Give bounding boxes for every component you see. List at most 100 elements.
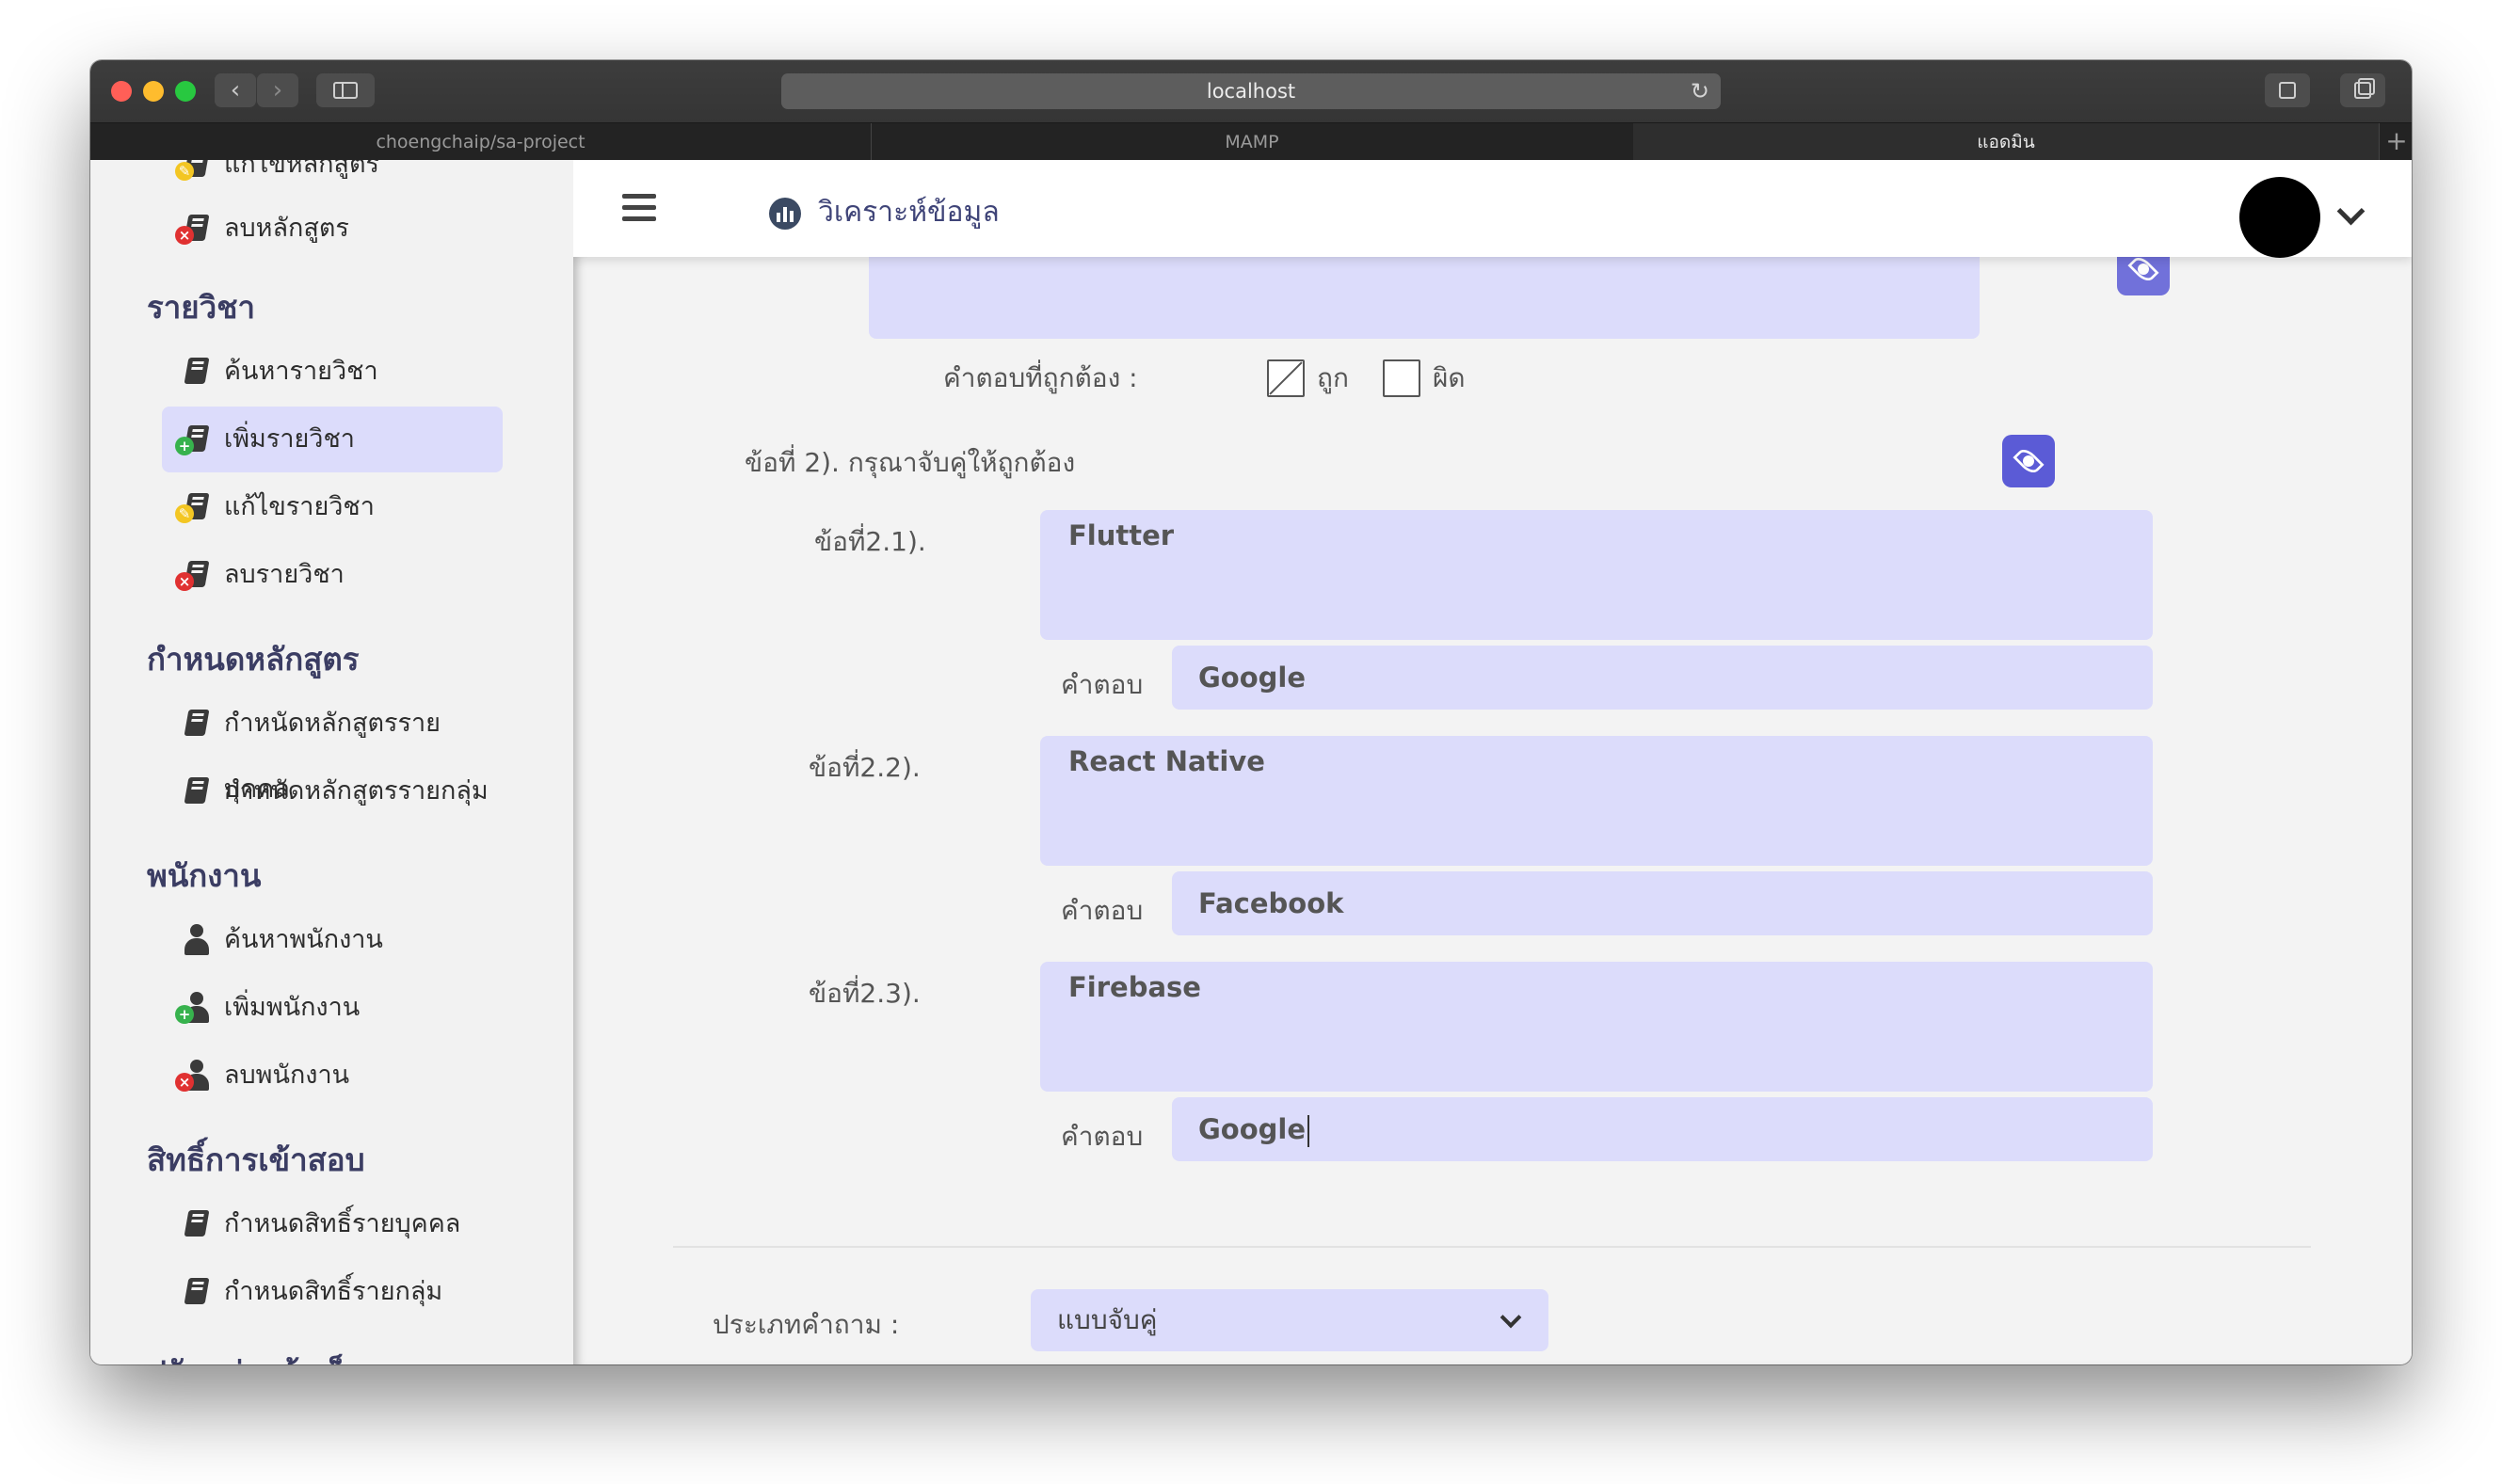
pair-answer-field[interactable]: Facebook <box>1172 871 2153 935</box>
sidebar-item-label: แก้ไขหลักสูตร <box>224 160 379 179</box>
sidebar-item-rights-individual[interactable]: กำหนดสิทธิ์รายบุคคล <box>162 1191 503 1257</box>
sidebar-section-curriculum: กำหนดหลักสูตร <box>147 641 360 678</box>
pair-answer-field-focused[interactable]: Google <box>1172 1097 2153 1161</box>
pair-prompt-field[interactable]: Flutter <box>1040 510 2153 640</box>
main-panel: วิเคราะห์ข้อมูล คำตอบที่ถูกต้อง : ถูก ผิ… <box>573 160 2412 1364</box>
tab-github[interactable]: choengchaip/sa-project <box>90 123 872 161</box>
new-tab-button[interactable]: + <box>2382 123 2412 161</box>
sidebar-section-exam-rights: สิทธิ์การเข้าสอบ <box>147 1141 365 1178</box>
tab-admin[interactable]: แอดมิน <box>1633 123 2380 161</box>
sidebar-section-customize-web: ปรับแต่งหน้าเว็บ <box>147 1348 365 1364</box>
true-checkbox[interactable] <box>1267 359 1305 397</box>
sidebar-section-subjects: รายวิชา <box>147 289 256 326</box>
url-text: localhost <box>1206 80 1296 103</box>
avatar[interactable] <box>2239 177 2320 258</box>
book-icon <box>179 1276 211 1308</box>
pair-label: ข้อที่2.2). <box>809 752 921 783</box>
sidebar-item-label: ลบรายวิชา <box>224 560 345 589</box>
answer-label: คำตอบ <box>1061 669 1144 700</box>
user-icon <box>179 924 211 956</box>
tab-overview-icon-back <box>2358 78 2375 95</box>
tab-strip: choengchaip/sa-project MAMP แอดมิน + <box>90 122 2412 161</box>
sidebar-item-rights-group[interactable]: กำหนดสิทธิ์รายกลุ่ม <box>162 1259 503 1325</box>
address-bar[interactable]: localhost ↻ <box>781 73 1721 109</box>
browser-window: ‹ › localhost ↻ choengchaip/sa-project M… <box>90 60 2412 1364</box>
sidebar-item-search-employee[interactable]: ค้นหาพนักงาน <box>162 907 503 973</box>
sidebar-item-label: กำหนัดหลักสูตรรายกลุ่ม <box>224 776 489 806</box>
sidebar-section-employees: พนักงาน <box>147 857 262 894</box>
user-add-icon: + <box>175 992 211 1024</box>
sidebar-item-label: กำหนดสิทธิ์รายกลุ่ม <box>224 1277 443 1306</box>
top-header: วิเคราะห์ข้อมูล <box>573 160 2412 258</box>
sidebar-toggle-button[interactable] <box>316 73 375 107</box>
question2-title: ข้อที่ 2). กรุณาจับคู่ให้ถูกต้อง <box>745 447 1076 478</box>
sidebar-icon <box>333 82 358 99</box>
browser-toolbar: ‹ › localhost ↻ <box>90 60 2412 122</box>
sidebar-item-search-subject[interactable]: ค้นหารายวิชา <box>162 339 503 405</box>
pair-prompt-field[interactable]: Firebase <box>1040 962 2153 1092</box>
text-caret <box>1307 1115 1310 1147</box>
forward-button[interactable]: › <box>257 73 298 107</box>
sidebar-item-label: เพิ่มพนักงาน <box>224 993 361 1022</box>
chevron-down-icon[interactable] <box>2336 197 2366 226</box>
eye-pupil <box>2138 263 2149 275</box>
question-type-label: ประเภทคำถาม : <box>713 1309 900 1340</box>
sidebar-item-label: ค้นหาพนักงาน <box>224 925 383 954</box>
pair-prompt-field[interactable]: React Native <box>1040 736 2153 866</box>
sidebar-item-delete-course[interactable]: × ลบหลักสูตร <box>162 196 503 262</box>
sidebar-item-label: ลบพนักงาน <box>224 1061 350 1090</box>
book-icon <box>179 1208 211 1240</box>
answer-label: คำตอบ <box>1061 895 1144 926</box>
page-content: ✎ แก้ไขหลักสูตร × ลบหลักสูตร รายวิชา ค้น… <box>90 160 2412 1364</box>
book-add-icon: + <box>175 423 211 455</box>
sidebar-item-delete-subject[interactable]: × ลบรายวิชา <box>162 542 503 608</box>
book-icon <box>179 708 211 740</box>
book-icon <box>179 775 211 807</box>
tab-mamp[interactable]: MAMP <box>871 123 1634 161</box>
page-title: วิเคราะห์ข้อมูล <box>818 196 1000 229</box>
divider <box>673 1246 2311 1248</box>
reload-icon[interactable]: ↻ <box>1691 73 1709 109</box>
menu-icon[interactable] <box>622 194 656 222</box>
sidebar-item-add-subject[interactable]: + เพิ่มรายวิชา <box>162 407 503 472</box>
false-checkbox[interactable] <box>1383 359 1420 397</box>
user-delete-icon: × <box>175 1060 211 1092</box>
sidebar-item-label: ลบหลักสูตร <box>224 214 349 243</box>
answer-value: Google <box>1198 1113 1307 1145</box>
sidebar-item-label: กำหนดสิทธิ์รายบุคคล <box>224 1209 461 1238</box>
zoom-window-button[interactable] <box>175 81 196 102</box>
analytics-icon <box>769 198 801 230</box>
sidebar-item-edit-course[interactable]: ✎ แก้ไขหลักสูตร <box>162 160 503 198</box>
book-icon <box>179 356 211 388</box>
minimize-window-button[interactable] <box>143 81 164 102</box>
answer-label: คำตอบ <box>1061 1121 1144 1152</box>
eye-pupil <box>2023 455 2034 467</box>
chevron-down-icon <box>1500 1306 1522 1329</box>
sidebar-item-curriculum-individual[interactable]: กำหนัดหลักสูตรรายบุคคล <box>162 691 503 804</box>
sidebar-item-edit-subject[interactable]: ✎ แก้ไขรายวิชา <box>162 474 503 540</box>
pair-label: ข้อที่2.3). <box>809 978 921 1009</box>
question-type-select[interactable]: แบบจับคู่ <box>1031 1289 1548 1351</box>
book-edit-icon: ✎ <box>175 160 211 181</box>
sidebar: ✎ แก้ไขหลักสูตร × ลบหลักสูตร รายวิชา ค้น… <box>90 160 573 1364</box>
question2-preview-button[interactable] <box>2002 435 2055 487</box>
pair-answer-field[interactable]: Google <box>1172 646 2153 710</box>
sidebar-item-add-employee[interactable]: + เพิ่มพนักงาน <box>162 975 503 1041</box>
book-delete-icon: × <box>175 213 211 245</box>
close-window-button[interactable] <box>111 81 132 102</box>
book-edit-icon: ✎ <box>175 491 211 523</box>
share-button[interactable] <box>2265 73 2310 107</box>
correct-answer-label: คำตอบที่ถูกต้อง : <box>943 362 1138 393</box>
true-label: ถูก <box>1317 362 1349 393</box>
book-delete-icon: × <box>175 559 211 591</box>
sidebar-item-curriculum-group[interactable]: กำหนัดหลักสูตรรายกลุ่ม <box>162 758 503 824</box>
sidebar-item-label: ค้นหารายวิชา <box>224 357 378 386</box>
tab-overview-button[interactable] <box>2340 73 2385 107</box>
back-button[interactable]: ‹ <box>215 73 256 107</box>
sidebar-item-delete-employee[interactable]: × ลบพนักงาน <box>162 1043 503 1109</box>
sidebar-item-label: แก้ไขรายวิชา <box>224 492 375 521</box>
false-label: ผิด <box>1433 362 1466 393</box>
question-type-value: แบบจับคู่ <box>1057 1304 1158 1335</box>
share-icon <box>2279 82 2296 99</box>
pair-label: ข้อที่2.1). <box>814 526 926 557</box>
